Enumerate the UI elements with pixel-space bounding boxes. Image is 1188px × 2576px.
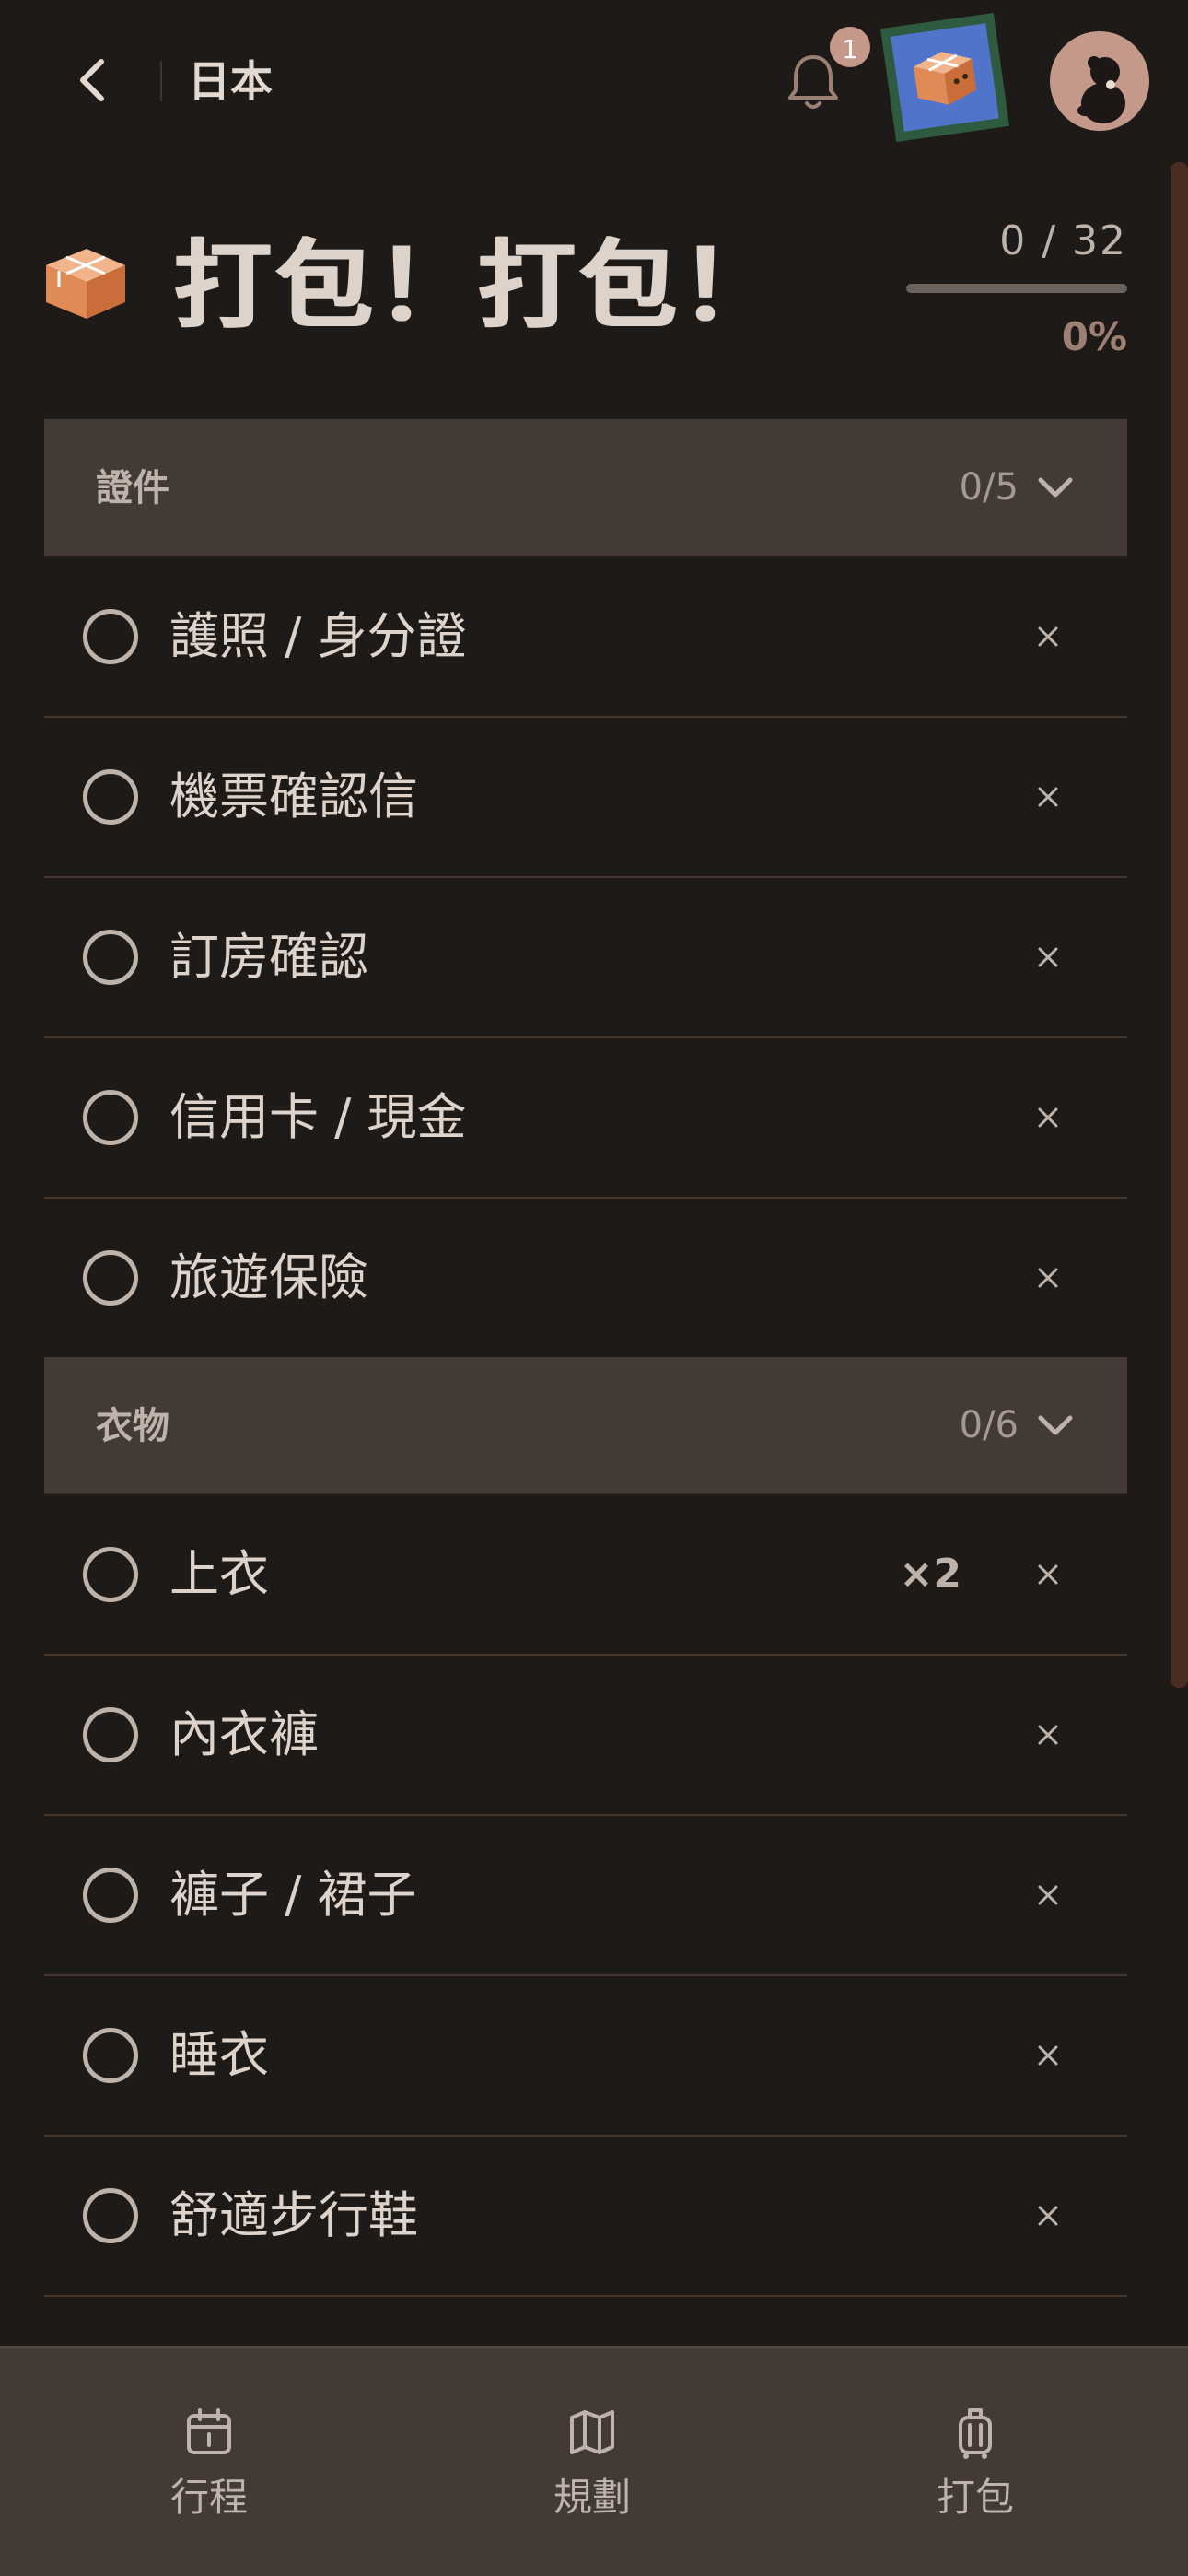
item-checkbox[interactable] [83, 1868, 138, 1923]
item-label: 旅遊保險 [169, 1248, 368, 1306]
remove-item-button[interactable] [1024, 613, 1072, 661]
close-icon [1038, 2206, 1058, 2226]
section-count: 0/5 [959, 466, 1019, 509]
avatar[interactable] [1050, 31, 1149, 131]
list-item: 訂房確認 [44, 878, 1127, 1038]
trip-title: 日本 [188, 56, 273, 106]
remove-item-button[interactable] [1024, 1094, 1072, 1142]
chevron-left-icon [80, 59, 104, 101]
top-bar: 日本 1 [0, 0, 1188, 161]
close-icon [1038, 1107, 1058, 1128]
item-label: 信用卡 / 現金 [169, 1088, 467, 1146]
item-quantity: ×2 [899, 1551, 961, 1598]
item-checkbox[interactable] [83, 1250, 138, 1306]
remove-item-button[interactable] [1024, 1871, 1072, 1919]
item-label: 訂房確認 [169, 928, 368, 986]
list-item: 護照 / 身分證 [44, 557, 1127, 718]
bottom-nav: 行程 規劃 打包 [0, 2346, 1188, 2576]
nav-label: 打包 [936, 2475, 1014, 2520]
item-label: 睡衣 [169, 2026, 269, 2084]
list-item: 機票確認信 [44, 718, 1127, 878]
map-icon [570, 2410, 614, 2454]
nav-label: 規劃 [553, 2475, 631, 2520]
remove-item-button[interactable] [1024, 1711, 1072, 1759]
remove-item-button[interactable] [1024, 773, 1072, 821]
close-icon [1038, 947, 1058, 967]
calendar-icon [187, 2408, 231, 2454]
list-item: 舒適步行鞋 [44, 2137, 1127, 2297]
progress-bar [906, 284, 1127, 293]
list-item: 信用卡 / 現金 [44, 1038, 1127, 1199]
packing-page: 日本 1 打包！打包！ 0 / 32 0% 證件 0/5 護照 / 身分證 機票… [0, 0, 1188, 2576]
list-item: 褲子 / 裙子 [44, 1816, 1127, 1976]
sticker-button[interactable] [879, 12, 1010, 143]
item-label: 舒適步行鞋 [169, 2186, 418, 2244]
back-button[interactable] [63, 48, 122, 112]
item-label: 護照 / 身分證 [169, 607, 467, 665]
nav-item-planning[interactable]: 規劃 [394, 2348, 790, 2576]
section-name: 證件 [96, 467, 169, 509]
list-item: 上衣 ×2 [44, 1495, 1127, 1656]
section-header-documents[interactable]: 證件 0/5 [44, 419, 1127, 557]
list-item: 內衣褲 [44, 1656, 1127, 1816]
item-checkbox[interactable] [83, 1547, 138, 1602]
item-checkbox[interactable] [83, 609, 138, 664]
list-item: 睡衣 [44, 1976, 1127, 2137]
item-checkbox[interactable] [83, 1707, 138, 1762]
remove-item-button[interactable] [1024, 933, 1072, 981]
page-title: 打包！打包！ [175, 229, 784, 342]
remove-item-button[interactable] [1024, 2032, 1072, 2079]
item-label: 內衣褲 [169, 1705, 319, 1763]
close-icon [1038, 1885, 1058, 1905]
close-icon [1038, 626, 1058, 647]
package-box-icon [41, 241, 131, 322]
section-header-clothing[interactable]: 衣物 0/6 [44, 1357, 1127, 1495]
close-icon [1038, 1725, 1058, 1745]
chevron-down-icon[interactable] [1035, 1405, 1076, 1446]
chevron-down-icon[interactable] [1035, 467, 1076, 508]
progress-count: 0 / 32 [999, 217, 1127, 264]
item-checkbox[interactable] [83, 2188, 138, 2243]
section-count: 0/6 [959, 1404, 1019, 1446]
user-avatar-icon [1077, 56, 1125, 123]
list-item: 旅遊保險 [44, 1199, 1127, 1357]
header-divider [160, 61, 162, 101]
packing-list: 證件 0/5 護照 / 身分證 機票確認信 訂房確認 信用卡 / 現金 旅遊保險… [44, 419, 1127, 2455]
scrollbar[interactable] [1171, 162, 1188, 1688]
item-label: 機票確認信 [169, 767, 418, 825]
close-icon [1038, 1564, 1058, 1585]
item-checkbox[interactable] [83, 930, 138, 985]
remove-item-button[interactable] [1024, 1551, 1072, 1598]
notification-badge: 1 [827, 24, 873, 70]
luggage-icon [959, 2408, 992, 2459]
remove-item-button[interactable] [1024, 1254, 1072, 1302]
remove-item-button[interactable] [1024, 2192, 1072, 2240]
nav-item-itinerary[interactable]: 行程 [11, 2348, 407, 2576]
item-label: 上衣 [169, 1545, 269, 1603]
item-label: 褲子 / 裙子 [169, 1866, 417, 1924]
progress-percent: 0% [1061, 314, 1127, 359]
nav-label: 行程 [169, 2475, 248, 2520]
close-icon [1038, 787, 1058, 807]
item-checkbox[interactable] [83, 1090, 138, 1145]
close-icon [1038, 1268, 1058, 1288]
item-checkbox[interactable] [83, 2028, 138, 2083]
nav-item-packing[interactable]: 打包 [777, 2348, 1173, 2576]
item-checkbox[interactable] [83, 769, 138, 825]
section-name: 衣物 [96, 1405, 169, 1447]
package-box-sticker-icon [914, 52, 977, 105]
close-icon [1038, 2045, 1058, 2066]
